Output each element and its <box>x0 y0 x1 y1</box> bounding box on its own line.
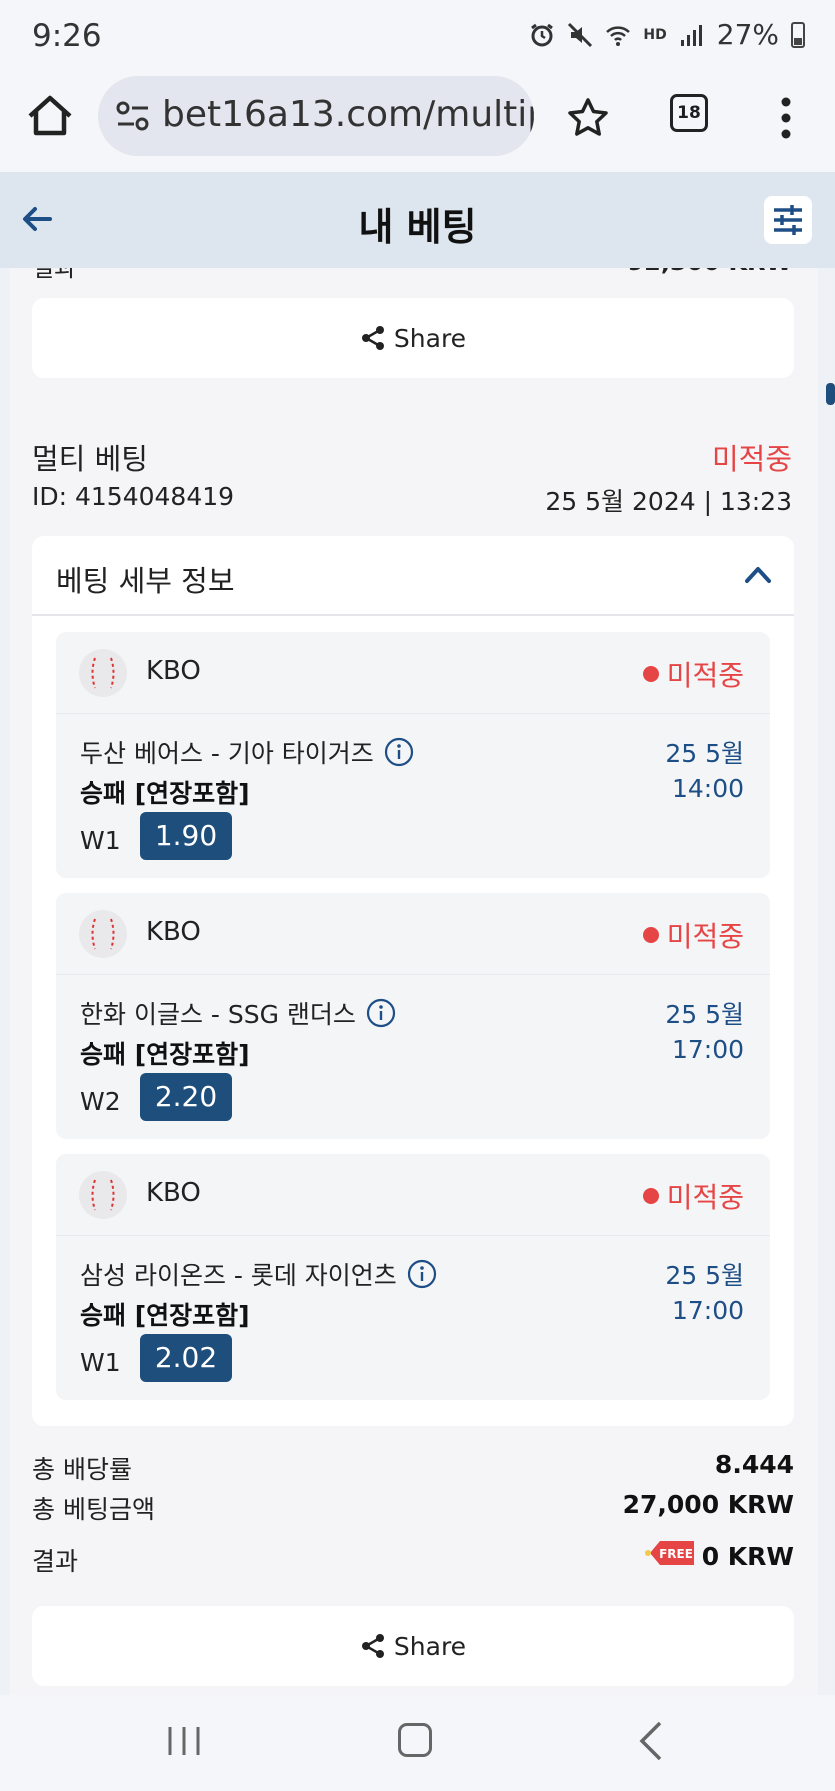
chevron-up-icon[interactable] <box>744 564 772 584</box>
info-icon[interactable] <box>366 998 396 1028</box>
share-button[interactable]: Share <box>32 1606 794 1686</box>
bet-type: 멀티 베팅 <box>32 442 148 476</box>
total-odds-label: 총 배당률 <box>32 1455 132 1484</box>
bet-status: 미적중 <box>711 442 792 476</box>
app-header: 내 베팅 <box>0 172 835 268</box>
market-name: 승패 [연장포함] <box>80 779 250 808</box>
match-name: 한화 이글스 - SSG 랜더스 <box>80 995 396 1031</box>
selection-header: KBO 미적중 <box>56 1154 770 1236</box>
browser-home-icon[interactable] <box>24 90 76 142</box>
selection-card: KBO 미적중 한화 이글스 - SSG 랜더스 25 5월 승패 [연장포함]… <box>56 893 770 1139</box>
selection-status: 미적중 <box>642 915 744 955</box>
bet-details-panel: 베팅 세부 정보 KBO 미적중 두산 베어스 - 기아 타이거즈 25 5월 … <box>32 536 794 1426</box>
status-bar: 9:26 HD 27% <box>0 0 835 72</box>
multi-bet-card: 멀티 베팅 미적중 ID: 4154048419 25 5월 2024 | 13… <box>10 414 818 1695</box>
scrollbar-thumb[interactable] <box>826 383 835 405</box>
info-icon[interactable] <box>384 737 414 767</box>
selection-status: 미적중 <box>642 1176 744 1216</box>
total-stake-label: 총 베팅금액 <box>32 1495 155 1524</box>
url-bar[interactable]: bet16a13.com/multiple <box>98 76 534 156</box>
selection-header: KBO 미적중 <box>56 632 770 714</box>
info-icon[interactable] <box>407 1259 437 1289</box>
league-name: KBO <box>146 1178 201 1208</box>
recent-apps-icon[interactable] <box>166 1725 202 1757</box>
status-icons: HD 27% <box>529 18 805 51</box>
page-title: 내 베팅 <box>358 205 477 249</box>
pick-label: W1 <box>80 1348 121 1377</box>
match-date: 25 5월 <box>665 1261 744 1290</box>
market-name: 승패 [연장포함] <box>80 1301 250 1330</box>
status-dot <box>642 1188 659 1204</box>
bet-details-title: 베팅 세부 정보 <box>56 564 235 598</box>
filter-sliders-icon <box>774 205 802 235</box>
mute-icon <box>568 22 593 47</box>
share-label: Share <box>393 1631 467 1661</box>
odds-badge: 1.90 <box>140 812 232 860</box>
pick-label: W1 <box>80 826 121 855</box>
total-odds-value: 8.444 <box>714 1450 794 1479</box>
prev-share-button[interactable]: Share <box>32 298 794 378</box>
filter-button[interactable] <box>764 196 812 244</box>
browser-menu-icon[interactable] <box>778 96 794 140</box>
home-icon[interactable] <box>398 1723 432 1757</box>
match-date: 25 5월 <box>665 739 744 768</box>
total-stake-value: 27,000 KRW <box>622 1490 794 1519</box>
tab-switcher-button[interactable]: 18 <box>670 94 708 132</box>
hd-voice-label: HD <box>643 26 667 43</box>
alarm-icon <box>531 23 554 46</box>
battery-percent: 27% <box>716 18 779 51</box>
status-dot <box>642 927 659 943</box>
odds-badge: 2.20 <box>140 1073 232 1121</box>
free-tag-icon: FREE <box>645 1541 694 1565</box>
system-nav-bar <box>0 1695 835 1791</box>
match-name: 삼성 라이온즈 - 롯데 자이언츠 <box>80 1256 437 1292</box>
wifi-icon <box>606 25 631 46</box>
back-icon[interactable] <box>638 1721 664 1761</box>
result-row: 결과 FREE 0 KRW <box>32 1541 794 1578</box>
total-stake-row: 총 베팅금액 27,000 KRW <box>32 1490 794 1526</box>
match-time: 17:00 <box>671 1035 744 1064</box>
battery-icon <box>791 21 805 48</box>
selection-card: KBO 미적중 두산 베어스 - 기아 타이거즈 25 5월 승패 [연장포함]… <box>56 632 770 878</box>
selection-card: KBO 미적중 삼성 라이온즈 - 롯데 자이언츠 25 5월 승패 [연장포함… <box>56 1154 770 1400</box>
total-odds-row: 총 배당률 8.444 <box>32 1450 794 1486</box>
site-settings-icon[interactable] <box>116 100 150 132</box>
bets-list[interactable]: 결과 92,300 KRW Share 멀티 베팅 미적중 ID: 415404… <box>0 268 835 1695</box>
signal-icon <box>680 24 702 46</box>
bet-date: 25 5월 2024 | 13:23 <box>545 487 792 516</box>
prev-result-label: 결과 <box>32 268 77 282</box>
share-icon <box>361 326 384 350</box>
share-label: Share <box>393 323 467 353</box>
bookmark-star-icon[interactable] <box>566 96 610 140</box>
match-time: 14:00 <box>671 774 744 803</box>
league-name: KBO <box>146 656 201 686</box>
share-icon <box>361 1634 384 1658</box>
status-dot <box>642 666 659 682</box>
status-time: 9:26 <box>32 18 102 54</box>
browser-toolbar: bet16a13.com/multiple 18 <box>0 72 835 172</box>
match-date: 25 5월 <box>665 1000 744 1029</box>
url-text: bet16a13.com/multiple <box>162 94 534 135</box>
selection-header: KBO 미적중 <box>56 893 770 975</box>
pick-label: W2 <box>80 1087 121 1116</box>
baseball-icon <box>79 649 127 697</box>
market-name: 승패 [연장포함] <box>80 1040 250 1069</box>
match-time: 17:00 <box>671 1296 744 1325</box>
result-label: 결과 <box>32 1547 79 1576</box>
bet-id: ID: 4154048419 <box>32 482 235 511</box>
league-name: KBO <box>146 917 201 947</box>
baseball-icon <box>79 910 127 958</box>
svg-text:FREE: FREE <box>659 1547 693 1561</box>
bet-details-toggle[interactable]: 베팅 세부 정보 <box>32 536 794 616</box>
prev-result-value: 92,300 KRW <box>627 268 792 276</box>
odds-badge: 2.02 <box>140 1334 232 1382</box>
selection-status: 미적중 <box>642 654 744 694</box>
match-name: 두산 베어스 - 기아 타이거즈 <box>80 734 414 770</box>
baseball-icon <box>79 1171 127 1219</box>
result-value: 0 KRW <box>701 1542 794 1571</box>
